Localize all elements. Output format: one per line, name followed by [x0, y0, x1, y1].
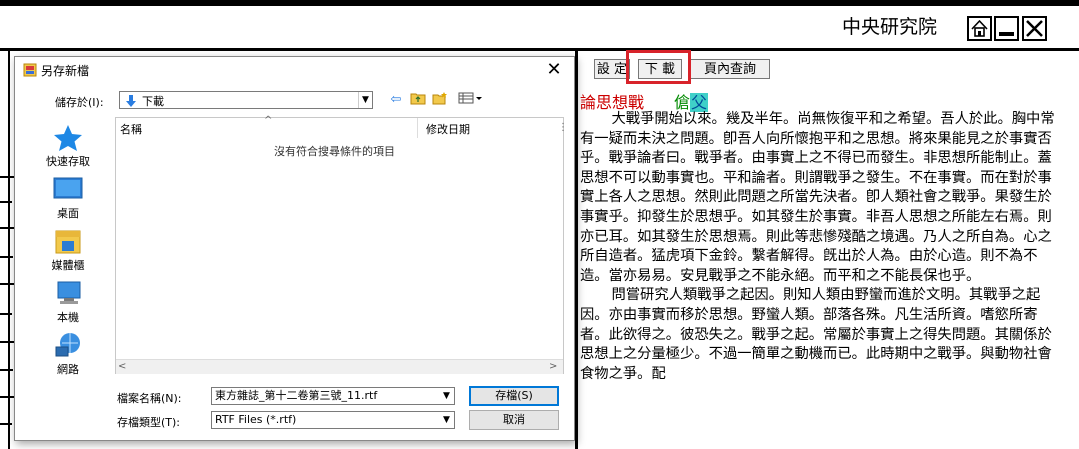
column-more-icon[interactable]: ⋮: [558, 122, 568, 133]
save-button[interactable]: 存檔(S): [469, 386, 559, 406]
back-arrow-icon[interactable]: ⇦: [387, 91, 405, 109]
chevron-down-icon[interactable]: ▼: [439, 388, 454, 404]
place-label: 網路: [57, 363, 79, 376]
scan-mark: [0, 369, 13, 371]
column-header-date[interactable]: 修改日期: [426, 121, 470, 137]
article-paragraph: 大戰爭開始以來。幾及半年。尚無恢復平和之希望。吾人於此。胸中常有一疑而未決之問題…: [580, 111, 1055, 284]
scan-mark: [0, 201, 12, 203]
filename-input[interactable]: 東方雜誌_第十二卷第三號_11.rtf: [211, 387, 455, 405]
places-bar: 快速存取 桌面 媒體櫃 本機 網路: [23, 119, 113, 377]
place-label: 本機: [57, 311, 79, 324]
view-menu-icon[interactable]: [457, 91, 485, 109]
column-header-name[interactable]: 名稱: [120, 121, 142, 137]
up-folder-icon[interactable]: [409, 91, 427, 109]
place-label: 桌面: [57, 207, 79, 220]
scan-mark: [0, 176, 14, 178]
scan-mark: [0, 313, 12, 315]
place-desktop[interactable]: 桌面: [23, 175, 113, 221]
scroll-left-icon[interactable]: <: [118, 360, 126, 374]
dialog-titlebar[interactable]: 另存新檔 ✕: [15, 57, 574, 83]
place-label: 媒體櫃: [51, 259, 85, 272]
download-folder-icon: [126, 95, 136, 107]
chevron-down-icon[interactable]: ▼: [358, 92, 372, 108]
minimize-button[interactable]: [994, 16, 1019, 41]
home-icon: [971, 19, 988, 37]
article-paragraph: 問嘗研究人類戰爭之起因。則知人類由野蠻而進於文明。其戰爭之起因。亦由事實而移於思…: [580, 287, 1052, 382]
minimize-icon: [999, 32, 1014, 36]
file-list[interactable]: 名稱 ^ 修改日期 ⋮ 沒有符合搜尋條件的項目 < >: [115, 115, 568, 374]
column-separator[interactable]: [417, 118, 418, 138]
scan-mark: [0, 256, 13, 258]
dialog-close-button[interactable]: ✕: [541, 59, 567, 81]
scan-mark: [0, 283, 14, 285]
article-panel: 設 定 下 載 頁內查詢 論思想戰 傖父 大戰爭開始以來。幾及半年。尚無恢復平和…: [578, 51, 1079, 449]
filetype-label: 存檔類型(T):: [117, 416, 181, 429]
this-pc-icon: [52, 279, 84, 309]
dialog-title: 另存新檔: [41, 64, 90, 78]
chevron-down-icon[interactable]: ▼: [439, 412, 454, 428]
save-in-label: 儲存於(I):: [55, 96, 104, 109]
close-window-button[interactable]: [1022, 16, 1047, 41]
save-in-dropdown[interactable]: 下載 ▼: [119, 91, 373, 109]
horizontal-scrollbar[interactable]: < >: [116, 359, 563, 374]
new-folder-icon[interactable]: [431, 91, 449, 109]
scan-mark: [0, 423, 12, 425]
place-label: 快速存取: [46, 155, 90, 168]
desktop-icon: [52, 175, 84, 205]
institution-name: 中央研究院: [842, 16, 938, 38]
close-icon: [1026, 20, 1043, 37]
close-icon: ✕: [546, 59, 562, 80]
network-icon: [52, 331, 84, 361]
settings-button[interactable]: 設 定: [594, 59, 630, 79]
background-frame-line: [8, 51, 10, 449]
filename-label: 檔案名稱(N):: [117, 392, 182, 405]
scan-mark: [0, 396, 14, 398]
libraries-icon: [52, 227, 84, 257]
sort-up-icon: ^: [264, 115, 273, 126]
empty-list-message: 沒有符合搜尋條件的項目: [274, 145, 395, 158]
filetype-select[interactable]: RTF Files (*.rtf): [211, 411, 455, 429]
save-in-value: 下載: [142, 95, 164, 108]
place-network[interactable]: 網路: [23, 331, 113, 377]
article-body: 大戰爭開始以來。幾及半年。尚無恢復平和之希望。吾人於此。胸中常有一疑而未決之問題…: [580, 110, 1064, 384]
home-button[interactable]: [967, 16, 992, 41]
place-this-pc[interactable]: 本機: [23, 279, 113, 325]
save-as-dialog: 另存新檔 ✕ 儲存於(I): 下載 ▼ ⇦ 快速存取 桌面 媒體櫃 本機 網路 …: [14, 56, 575, 441]
app-icon: [23, 63, 37, 77]
download-highlight-box: [626, 50, 691, 84]
quick-access-star-icon: [52, 123, 84, 153]
cancel-button[interactable]: 取消: [469, 410, 559, 430]
place-quick-access[interactable]: 快速存取: [23, 123, 113, 169]
place-libraries[interactable]: 媒體櫃: [23, 227, 113, 273]
scroll-right-icon[interactable]: >: [549, 360, 557, 374]
page-search-button[interactable]: 頁內查詢: [690, 59, 770, 79]
